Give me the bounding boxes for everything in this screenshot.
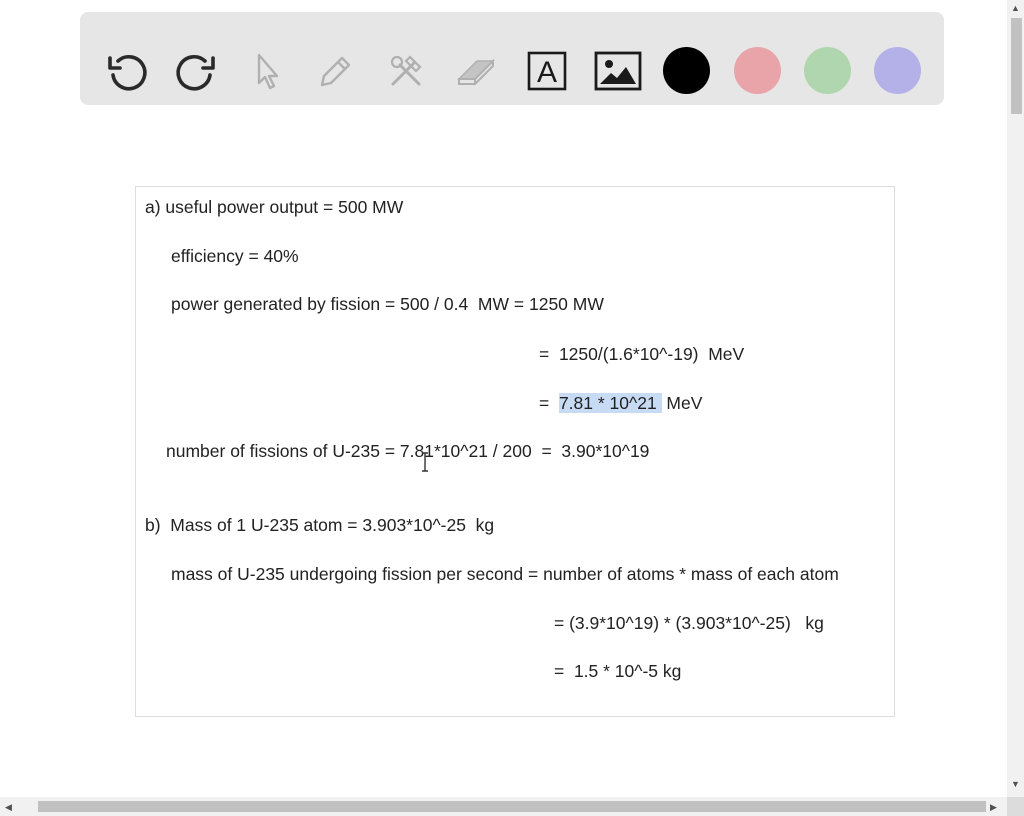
drawing-toolbar: A [80, 12, 944, 105]
scroll-up-icon[interactable]: ▲ [1011, 3, 1020, 13]
scroll-down-icon[interactable]: ▼ [1011, 779, 1020, 789]
pointer-icon [257, 53, 279, 90]
line-5-prefix: = [539, 393, 559, 413]
vertical-scrollbar[interactable]: ▲ ▼ [1007, 0, 1024, 797]
part-a-line-1: a) useful power output = 500 MW [145, 197, 404, 217]
image-button[interactable] [593, 46, 643, 96]
part-b-line-2: mass of U-235 undergoing fission per sec… [171, 564, 839, 584]
color-green-swatch[interactable] [804, 47, 851, 94]
text-tool-button[interactable]: A [522, 46, 572, 96]
part-a-line-4: = 1250/(1.6*10^-19) MeV [539, 344, 745, 364]
eraser-icon [457, 58, 495, 85]
selected-text-highlight[interactable]: 7.81 * 10^21 [558, 393, 662, 413]
tools-icon [390, 55, 422, 86]
color-red-swatch[interactable] [734, 47, 781, 94]
part-a-line-3: power generated by fission = 500 / 0.4 M… [171, 294, 604, 314]
image-icon [594, 51, 642, 91]
select-button[interactable] [242, 46, 292, 96]
undo-button[interactable] [102, 46, 152, 96]
line-5-suffix: MeV [661, 393, 703, 413]
scroll-left-icon[interactable]: ◀ [5, 802, 12, 812]
text-tool-icon: A [527, 51, 567, 91]
part-b-line-1: b) Mass of 1 U-235 atom = 3.903*10^-25 k… [145, 515, 495, 535]
svg-text:A: A [537, 56, 557, 89]
horizontal-scroll-thumb[interactable] [38, 801, 986, 812]
eraser-button[interactable] [452, 46, 502, 96]
color-blue-swatch[interactable] [874, 47, 921, 94]
redo-icon [176, 55, 215, 91]
text-document[interactable]: a) useful power output = 500 MW efficien… [135, 186, 895, 717]
vertical-scroll-thumb[interactable] [1011, 18, 1022, 114]
scroll-right-icon[interactable]: ▶ [990, 802, 997, 812]
part-b-line-3: = (3.9*10^19) * (3.903*10^-25) kg [554, 613, 824, 633]
redo-button[interactable] [171, 46, 221, 96]
horizontal-scrollbar[interactable]: ◀ ▶ [0, 797, 1007, 816]
whiteboard-page: A a) useful power output = 500 MW effici… [0, 0, 1024, 816]
part-b-line-4: = 1.5 * 10^-5 kg [554, 661, 682, 681]
part-a-line-6: number of fissions of U-235 = 7.81*10^21… [166, 441, 650, 461]
text-cursor-icon [422, 452, 428, 472]
part-a-line-5: = 7.81 * 10^21 MeV [539, 392, 702, 414]
part-a-line-2: efficiency = 40% [171, 246, 299, 266]
pencil-button[interactable] [311, 46, 361, 96]
undo-icon [108, 55, 147, 91]
scrollbar-corner [1007, 797, 1024, 816]
color-black-swatch[interactable] [663, 47, 710, 94]
tools-button[interactable] [381, 46, 431, 96]
pencil-icon [320, 56, 351, 87]
